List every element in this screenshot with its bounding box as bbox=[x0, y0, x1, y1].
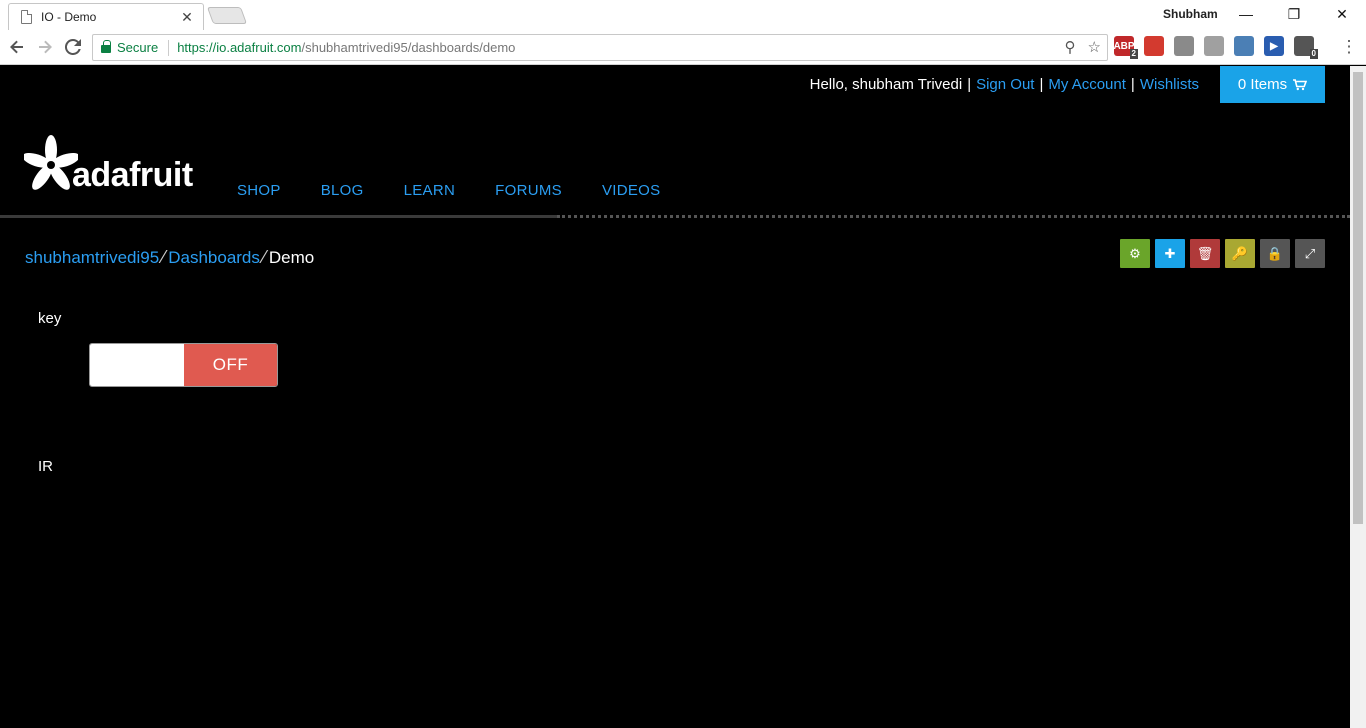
page-content: Hello, shubham Trivedi | Sign Out | My A… bbox=[0, 66, 1350, 728]
lock-icon: 🔒 bbox=[1266, 245, 1284, 261]
wishlists-link[interactable]: Wishlists bbox=[1140, 76, 1199, 93]
nav-blog[interactable]: BLOG bbox=[321, 182, 364, 199]
browser-toolbar: Secure https://io.adafruit.com /shubhamt… bbox=[0, 30, 1366, 65]
separator: | bbox=[1039, 76, 1044, 93]
omnibox-divider bbox=[168, 39, 170, 56]
logo-text: adafruit bbox=[72, 156, 193, 194]
key-icon: 🔑 bbox=[1231, 245, 1249, 261]
menu-kebab-icon[interactable]: ⋮ bbox=[1338, 36, 1360, 58]
extension-badge: 0 bbox=[1309, 49, 1318, 59]
add-block-icon: ✚ bbox=[1164, 245, 1176, 261]
my-account-link[interactable]: My Account bbox=[1048, 76, 1126, 93]
extensions-bar: ABP 2 ▶ 0 bbox=[1113, 36, 1318, 59]
breadcrumb-dashboards[interactable]: Dashboards bbox=[168, 248, 260, 268]
nav-forums[interactable]: FORUMS bbox=[495, 182, 562, 199]
flower-logo-icon bbox=[24, 135, 78, 190]
arrow-right-icon bbox=[39, 40, 52, 54]
back-button[interactable] bbox=[6, 36, 28, 58]
bookmark-star-icon[interactable]: ☆ bbox=[1088, 38, 1101, 56]
browser-tabstrip: IO - Demo ✕ Shubham — ❐ ✕ bbox=[0, 0, 1366, 30]
tab-title: IO - Demo bbox=[41, 10, 97, 24]
reload-button[interactable] bbox=[62, 36, 84, 58]
breadcrumb-separator: ⁄ bbox=[262, 247, 266, 267]
new-tab-button[interactable] bbox=[206, 7, 248, 24]
photo-extension-icon[interactable] bbox=[1234, 36, 1254, 56]
arrow-left-icon bbox=[10, 40, 23, 54]
copy-extension-icon[interactable] bbox=[1174, 36, 1194, 56]
url-host: https://io.adafruit.com bbox=[177, 40, 302, 55]
url-path: /shubhamtrivedi95/dashboards/demo bbox=[301, 40, 516, 55]
close-window-button[interactable]: ✕ bbox=[1318, 0, 1366, 28]
restore-button[interactable]: ❐ bbox=[1270, 0, 1318, 28]
lock-button[interactable]: 🔒 bbox=[1260, 239, 1290, 268]
breadcrumb-separator: ⁄ bbox=[162, 247, 166, 267]
cart-button[interactable]: 0 Items bbox=[1220, 66, 1325, 103]
tab-close-icon[interactable]: ✕ bbox=[179, 9, 195, 26]
book-extension-icon[interactable] bbox=[1144, 36, 1164, 56]
adafruit-logo[interactable]: adafruit bbox=[24, 134, 193, 192]
fullscreen-button[interactable]: ⤢ bbox=[1295, 239, 1325, 268]
nav-videos[interactable]: VIDEOS bbox=[602, 182, 660, 199]
page-scrollbar[interactable] bbox=[1350, 66, 1366, 728]
abp-extension-icon[interactable]: ABP 2 bbox=[1113, 36, 1138, 59]
delete-icon: 🗑 bbox=[1196, 245, 1214, 261]
lock-icon bbox=[101, 39, 111, 53]
separator: | bbox=[967, 76, 972, 93]
block-title-ir: IR bbox=[38, 458, 53, 475]
page-icon bbox=[21, 10, 32, 24]
main-nav: SHOP BLOG LEARN FORUMS VIDEOS bbox=[237, 182, 660, 199]
settings-button[interactable]: ⚙ bbox=[1120, 239, 1150, 268]
breadcrumb-current: Demo bbox=[268, 247, 315, 267]
breadcrumb-user[interactable]: shubhamtrivedi95 bbox=[25, 248, 159, 268]
account-bar: Hello, shubham Trivedi | Sign Out | My A… bbox=[810, 66, 1325, 103]
cart-icon bbox=[1293, 78, 1308, 90]
cart-label: 0 Items bbox=[1237, 76, 1288, 93]
greeting: Hello, shubham Trivedi bbox=[809, 76, 963, 93]
separator: | bbox=[1130, 76, 1135, 93]
nav-divider-dotted bbox=[557, 215, 1350, 218]
settings-icon: ⚙ bbox=[1129, 245, 1141, 261]
delete-button[interactable]: 🗑 bbox=[1190, 239, 1220, 268]
reload-icon bbox=[65, 39, 81, 55]
nav-divider bbox=[0, 215, 557, 218]
add-block-button[interactable]: ✚ bbox=[1155, 239, 1185, 268]
key-button[interactable]: 🔑 bbox=[1225, 239, 1255, 268]
nav-learn[interactable]: LEARN bbox=[404, 182, 456, 199]
play-extension-icon[interactable]: ▶ bbox=[1264, 36, 1284, 56]
trash-extension-icon[interactable]: 0 bbox=[1294, 36, 1318, 59]
toggle-knob bbox=[90, 344, 184, 386]
browser-tab[interactable]: IO - Demo ✕ bbox=[8, 3, 204, 30]
pdf-extension-icon[interactable] bbox=[1204, 36, 1224, 56]
profile-name[interactable]: Shubham bbox=[1163, 7, 1218, 21]
extension-badge: 2 bbox=[1129, 49, 1138, 59]
address-bar[interactable]: Secure https://io.adafruit.com /shubhamt… bbox=[92, 34, 1108, 61]
extension-label: ▶ bbox=[1270, 40, 1278, 52]
forward-button[interactable] bbox=[34, 36, 56, 58]
toggle-switch[interactable]: OFF bbox=[89, 343, 278, 387]
block-title-key: key bbox=[38, 310, 62, 327]
window-controls: — ❐ ✕ bbox=[1222, 0, 1366, 28]
nav-shop[interactable]: SHOP bbox=[237, 182, 281, 199]
key-icon[interactable]: ⚲ bbox=[1065, 38, 1076, 56]
sign-out-link[interactable]: Sign Out bbox=[976, 76, 1034, 93]
dashboard-actions: ⚙ ✚ 🗑 🔑 🔒 ⤢ bbox=[1120, 239, 1325, 268]
toggle-state-label: OFF bbox=[184, 344, 277, 386]
fullscreen-icon: ⤢ bbox=[1304, 245, 1316, 261]
scrollbar-thumb[interactable] bbox=[1353, 72, 1363, 524]
breadcrumb: shubhamtrivedi95 ⁄ Dashboards ⁄ Demo bbox=[25, 247, 314, 268]
secure-label: Secure bbox=[117, 40, 159, 55]
minimize-button[interactable]: — bbox=[1222, 0, 1270, 28]
